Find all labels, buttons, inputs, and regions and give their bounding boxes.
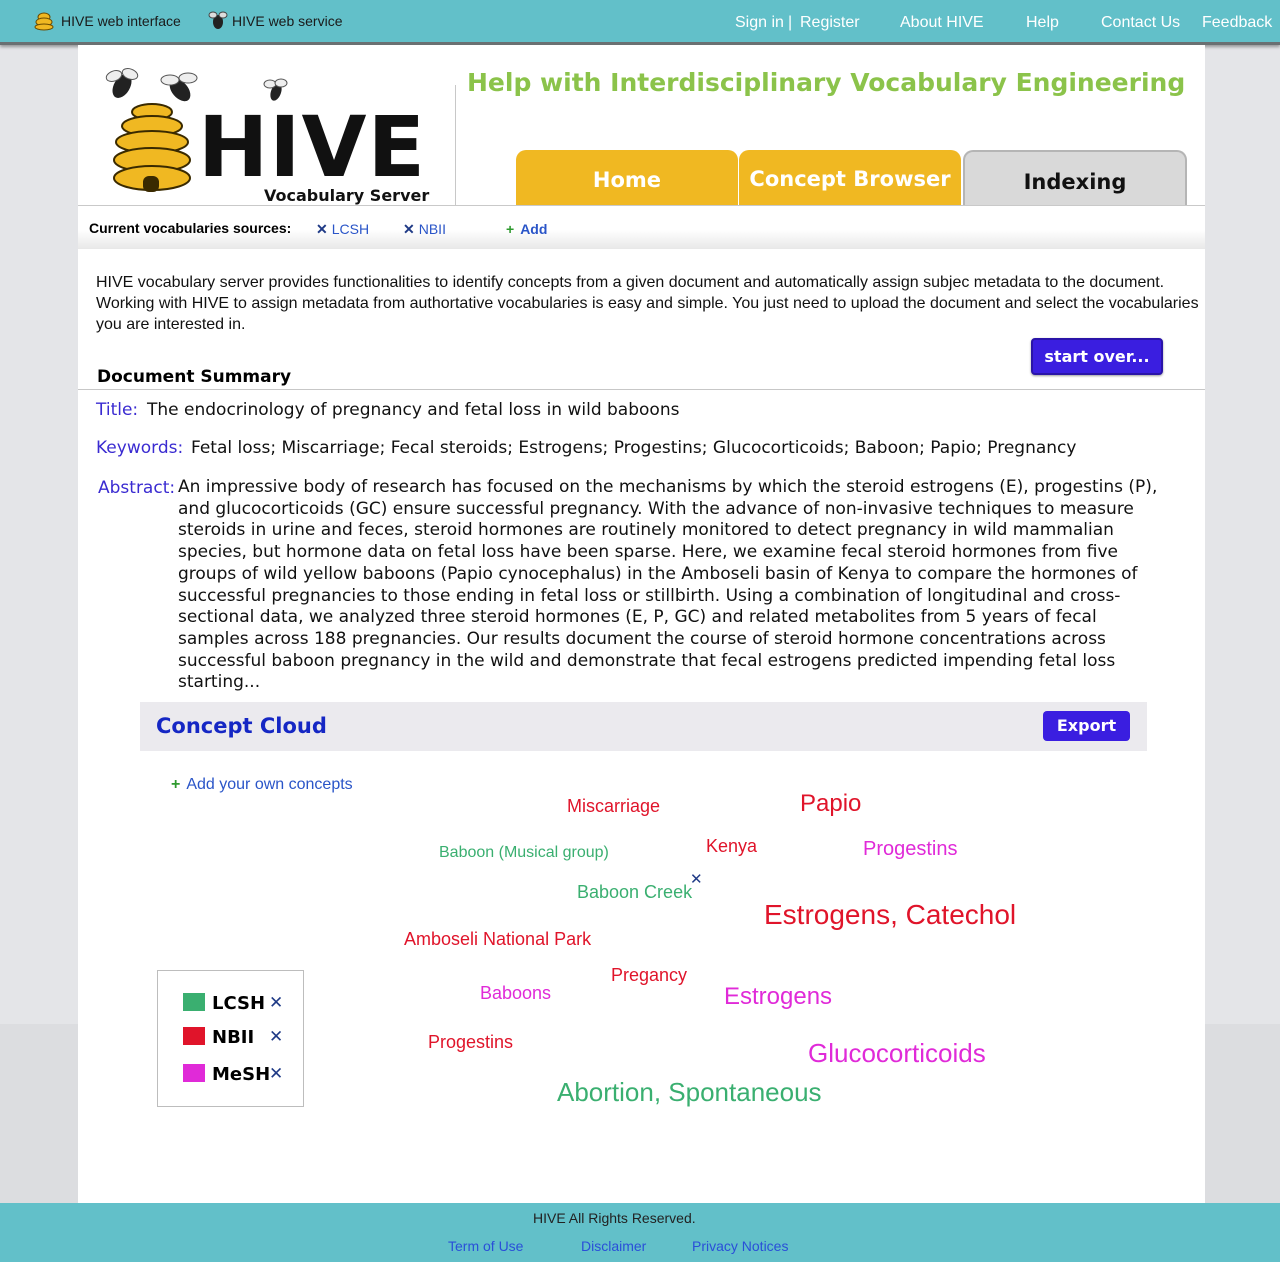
concept-cloud-header: Concept Cloud Export	[140, 702, 1147, 751]
concept-baboons[interactable]: Baboons	[480, 983, 551, 1004]
logo-wordmark: HIVE	[198, 98, 426, 196]
tagline: Help with Interdisciplinary Vocabulary E…	[467, 68, 1186, 97]
document-keywords: Fetal loss; Miscarriage; Fecal steroids;…	[191, 438, 1077, 458]
vocabulary-sources-bar: Current vocabularies sources: ✕ LCSH ✕ NBI…	[78, 205, 1205, 249]
concept-progestins-mesh[interactable]: Progestins	[863, 838, 958, 861]
intro-text: HIVE vocabulary server provides function…	[96, 274, 1199, 333]
add-source-label: Add	[520, 221, 548, 237]
top-navigation-bar: HIVE web interface HIVE web service Sign…	[0, 0, 1280, 45]
tab-concept-browser[interactable]: Concept Browser	[739, 150, 961, 206]
legend-label: LCSH	[212, 993, 266, 1014]
abstract-label: Abstract:	[98, 478, 176, 498]
copyright: HIVE All Rights Reserved.	[533, 1210, 696, 1226]
sources-label: Current vocabularies sources:	[89, 220, 292, 236]
concept-progestins-nbii[interactable]: Progestins	[428, 1032, 513, 1053]
document-summary-heading: Document Summary	[97, 367, 292, 387]
concept-cloud-title: Concept Cloud	[156, 714, 327, 738]
concept-papio[interactable]: Papio	[800, 790, 861, 818]
concept-miscarriage[interactable]: Miscarriage	[567, 796, 660, 817]
source-nbii: ✕ NBII	[403, 221, 446, 238]
tab-home[interactable]: Home	[516, 150, 738, 206]
document-title: The endocrinology of pregnancy and fetal…	[147, 400, 680, 420]
separator: |	[788, 14, 793, 31]
contact-us-link[interactable]: Contact Us	[1101, 14, 1180, 32]
concept-estrogens-catechol[interactable]: Estrogens, Catechol	[764, 899, 1016, 931]
remove-nbii-icon[interactable]: ✕	[403, 221, 415, 237]
concept-amboseli-national-park[interactable]: Amboseli National Park	[404, 929, 591, 950]
bee-icon	[208, 11, 228, 29]
remove-mesh-legend-icon[interactable]: ✕	[269, 1064, 283, 1084]
plus-icon: +	[506, 221, 515, 237]
hive-web-service-link[interactable]: HIVE web service	[232, 13, 342, 29]
add-own-concepts-label: Add your own concepts	[186, 776, 353, 793]
register-link[interactable]: Register	[800, 14, 860, 32]
concept-baboon-musical-group[interactable]: Baboon (Musical group)	[439, 844, 609, 862]
tab-indexing[interactable]: Indexing	[963, 150, 1187, 206]
footer: HIVE All Rights Reserved. Term of Use Di…	[0, 1203, 1280, 1262]
remove-lcsh-icon[interactable]: ✕	[316, 221, 328, 237]
concept-baboon-creek[interactable]: Baboon Creek	[577, 882, 692, 903]
title-label: Title:	[96, 400, 139, 420]
divider	[78, 389, 1205, 390]
document-abstract: An impressive body of research has focus…	[178, 477, 1158, 693]
remove-concept-icon[interactable]: ✕	[690, 870, 703, 888]
about-hive-link[interactable]: About HIVE	[900, 14, 984, 32]
plus-icon: +	[171, 776, 181, 793]
remove-lcsh-legend-icon[interactable]: ✕	[269, 993, 283, 1013]
logo-subtitle: Vocabulary Server	[264, 186, 430, 205]
add-own-concepts-link[interactable]: + Add your own concepts	[171, 776, 353, 794]
disclaimer-link[interactable]: Disclaimer	[581, 1238, 646, 1254]
sign-in-link[interactable]: Sign in	[735, 14, 784, 32]
source-lcsh-label: LCSH	[331, 221, 370, 237]
vocabulary-legend: LCSH ✕ NBII ✕ MeSH ✕	[157, 970, 304, 1107]
legend-label: MeSH	[212, 1064, 271, 1085]
remove-nbii-legend-icon[interactable]: ✕	[269, 1027, 283, 1047]
hive-web-interface-link[interactable]: HIVE web interface	[61, 13, 181, 29]
add-source-button[interactable]: + Add	[506, 221, 547, 237]
beehive-icon	[34, 12, 54, 31]
export-button[interactable]: Export	[1043, 711, 1130, 741]
start-over-button[interactable]: start over...	[1031, 338, 1163, 375]
concept-estrogens[interactable]: Estrogens	[724, 983, 832, 1011]
legend-swatch	[183, 993, 205, 1011]
legend-swatch	[183, 1027, 205, 1045]
source-nbii-label: NBII	[418, 221, 446, 237]
concept-glucocorticoids[interactable]: Glucocorticoids	[808, 1038, 986, 1069]
feedback-link[interactable]: Feedback	[1202, 14, 1272, 32]
header-divider	[455, 85, 456, 205]
legend-label: NBII	[212, 1027, 255, 1048]
concept-pregancy[interactable]: Pregancy	[611, 965, 687, 986]
keywords-label: Keywords:	[96, 438, 184, 458]
privacy-notices-link[interactable]: Privacy Notices	[692, 1238, 788, 1254]
legend-swatch	[183, 1064, 205, 1082]
help-link[interactable]: Help	[1026, 14, 1059, 32]
term-of-use-link[interactable]: Term of Use	[448, 1238, 523, 1254]
source-lcsh: ✕ LCSH	[316, 221, 369, 238]
concept-abortion-spontaneous[interactable]: Abortion, Spontaneous	[557, 1077, 822, 1108]
concept-kenya[interactable]: Kenya	[706, 836, 757, 857]
